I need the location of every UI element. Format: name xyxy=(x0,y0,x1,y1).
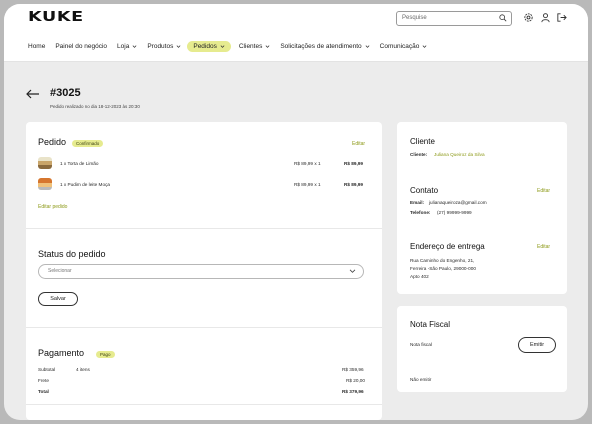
invoice-card: Nota Fiscal Nota fiscal Emitir Não emiti… xyxy=(397,306,567,392)
item-desc: 1 x Pudim de leite Moça xyxy=(60,182,111,187)
contato-title: Contato xyxy=(410,186,439,195)
nota-title: Nota Fiscal xyxy=(410,320,451,329)
nav-label: Clientes xyxy=(238,43,263,50)
nota-label: Nota fiscal xyxy=(410,342,432,347)
nav-label: Pedidos xyxy=(193,43,217,50)
address-line: Apto 402 xyxy=(410,274,429,279)
edit-order-link[interactable]: Editar pedido xyxy=(38,204,67,210)
nav-solicitacoes[interactable]: Solicitações de atendimento xyxy=(280,43,370,50)
payment-badge: Pago xyxy=(96,351,115,358)
select-placeholder: Selecionar xyxy=(48,268,72,274)
frete-value: R$ 20,00 xyxy=(346,378,366,383)
cliente-label: Cliente: xyxy=(410,152,428,157)
edit-pedido-link[interactable]: Editar xyxy=(352,141,365,147)
subtotal-value: R$ 359,96 xyxy=(342,367,364,372)
chevron-down-icon xyxy=(176,45,181,48)
product-thumb-pudim xyxy=(38,178,52,190)
user-icon[interactable] xyxy=(540,12,551,23)
nav-pedidos[interactable]: Pedidos xyxy=(187,41,231,52)
total-value: R$ 379,96 xyxy=(342,389,364,394)
divider xyxy=(26,327,382,328)
save-button[interactable]: Salvar xyxy=(38,292,78,306)
nav-home[interactable]: Home xyxy=(28,43,45,50)
product-thumb-torta xyxy=(38,157,52,169)
nav-label: Solicitações de atendimento xyxy=(280,43,362,50)
nav-label: Comunicação xyxy=(379,43,420,50)
settings-icon[interactable] xyxy=(523,12,534,23)
back-arrow-icon[interactable] xyxy=(26,89,40,99)
pagamento-title: Pagamento xyxy=(38,348,85,358)
nav-label: Produtos xyxy=(147,43,174,50)
main-nav: Home Painel do negócio Loja Produtos Ped… xyxy=(28,40,437,53)
nav-produtos[interactable]: Produtos xyxy=(147,43,181,50)
status-title: Status do pedido xyxy=(38,249,106,259)
subtotal-items: 4 itens xyxy=(76,367,90,372)
nav-comunicacao[interactable]: Comunicação xyxy=(380,43,428,50)
chevron-down-icon xyxy=(265,45,270,48)
logout-icon[interactable] xyxy=(556,12,567,23)
chevron-down-icon xyxy=(132,45,137,48)
divider xyxy=(26,228,382,229)
pedido-title: Pedido xyxy=(38,137,67,147)
top-bar: KUKE Pesquise Home Painel do negócio Loj… xyxy=(4,4,588,62)
chevron-down-icon xyxy=(349,269,356,273)
nav-label: Home xyxy=(28,43,46,50)
cliente-title: Cliente xyxy=(410,137,435,146)
nav-loja[interactable]: Loja xyxy=(117,43,137,50)
item-total: R$ 89,99 xyxy=(344,182,364,187)
item-desc: 1 x Torta de Limão xyxy=(60,161,99,166)
nav-label: Painel do negócio xyxy=(55,43,108,50)
chevron-down-icon xyxy=(422,45,427,48)
status-badge: Confirmado xyxy=(72,140,104,147)
item-unit-price: R$ 89,99 x 1 xyxy=(294,161,321,166)
nav-clientes[interactable]: Clientes xyxy=(239,43,270,50)
item-unit-price: R$ 89,99 x 1 xyxy=(294,182,321,187)
search-placeholder: Pesquise xyxy=(402,15,427,21)
chevron-down-icon xyxy=(220,45,225,48)
address-line: Rua Caminho do Engenho, 21, xyxy=(410,258,475,263)
email-label: Email: xyxy=(410,200,425,205)
nav-painel[interactable]: Painel do negócio xyxy=(55,43,107,50)
cliente-name[interactable]: Juliana Queiroz da Silva xyxy=(434,152,485,157)
endereco-title: Endereço de entrega xyxy=(410,242,485,251)
frete-label: Frete xyxy=(38,378,49,383)
phone-label: Telefone: xyxy=(410,210,431,215)
search-input[interactable]: Pesquise xyxy=(396,11,512,26)
status-select[interactable]: Selecionar xyxy=(38,264,364,279)
nav-label: Loja xyxy=(117,43,130,50)
subtotal-label: Subtotal xyxy=(38,367,56,372)
total-label: Total xyxy=(38,389,49,394)
email-value: julianaqueiroza@gmail.com xyxy=(429,200,487,205)
app-window: KUKE Pesquise Home Painel do negócio Loj… xyxy=(4,4,588,420)
nota-status: Não emitir xyxy=(410,377,432,382)
brand-logo[interactable]: KUKE xyxy=(28,10,84,25)
address-line: Ferreira -São Paulo, 29000-000 xyxy=(410,266,476,271)
customer-card: Cliente Cliente: Juliana Queiroz da Silv… xyxy=(397,122,567,294)
item-total: R$ 89,99 xyxy=(344,161,364,166)
emit-button[interactable]: Emitir xyxy=(518,337,556,353)
edit-endereco-link[interactable]: Editar xyxy=(537,244,550,250)
divider xyxy=(26,404,382,405)
order-number: #3025 xyxy=(50,87,81,99)
chevron-down-icon xyxy=(365,45,370,48)
search-icon[interactable] xyxy=(499,14,507,22)
edit-contato-link[interactable]: Editar xyxy=(537,188,550,194)
phone-value: (27) 99999-9999 xyxy=(437,210,472,215)
order-date: Pedido realizado no dia 18-12-2023 às 20… xyxy=(50,104,140,109)
